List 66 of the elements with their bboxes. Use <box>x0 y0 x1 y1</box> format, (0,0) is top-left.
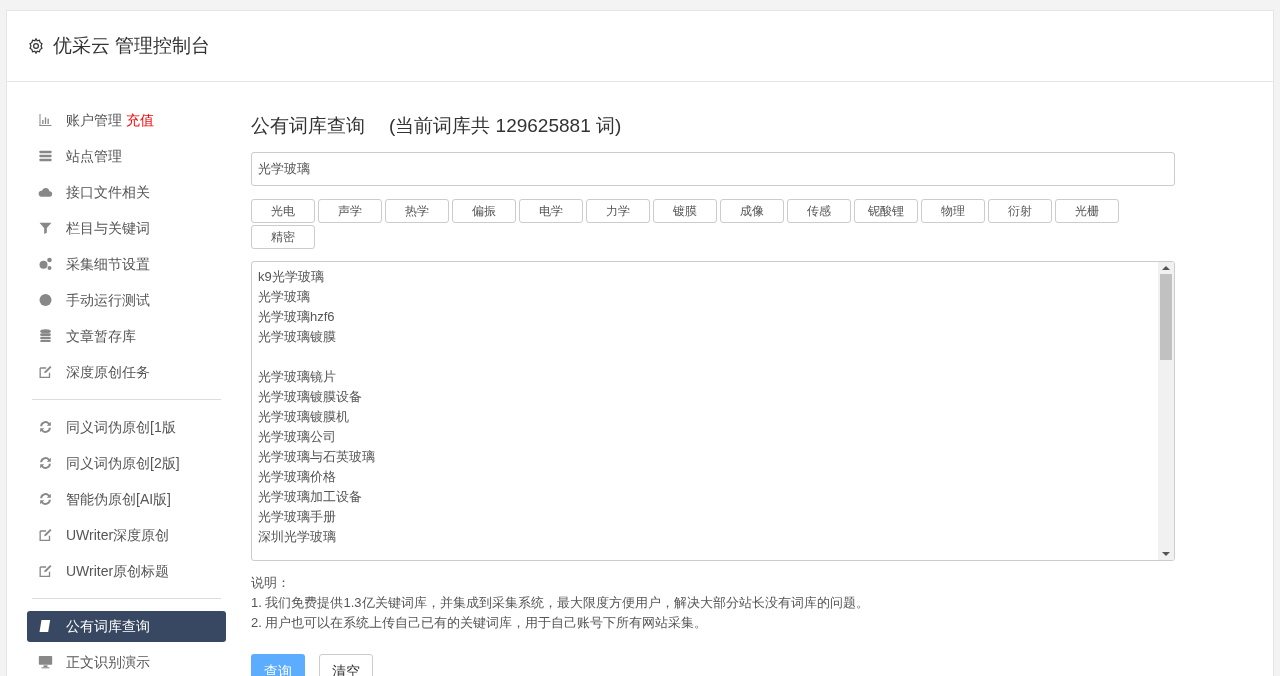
result-item[interactable]: 光学玻璃hzf6 <box>258 307 1158 327</box>
result-item[interactable]: 光学玻璃公司 <box>258 427 1158 447</box>
sidebar-item[interactable]: 栏目与关键词 <box>27 212 226 244</box>
edit-icon <box>37 527 54 543</box>
monitor-icon <box>37 654 54 670</box>
result-item[interactable]: 深圳光学玻璃 <box>258 527 1158 547</box>
edit-icon <box>37 563 54 579</box>
sidebar-item[interactable]: 文章暂存库 <box>27 320 226 352</box>
server-icon <box>37 148 54 164</box>
sidebar-item[interactable]: 正文识别演示 <box>27 646 226 676</box>
sidebar-item[interactable]: 账户管理 充值 <box>27 104 226 136</box>
result-item[interactable]: 光学玻璃价格 <box>258 467 1158 487</box>
result-item[interactable]: 光学玻璃手册 <box>258 507 1158 527</box>
settings-icon <box>27 37 45 55</box>
result-item[interactable]: k9光学玻璃 <box>258 267 1158 287</box>
sidebar-item[interactable]: 深度原创任务 <box>27 356 226 388</box>
sidebar-item[interactable]: 智能伪原创[AI版] <box>27 483 226 515</box>
sidebar-item[interactable]: 接口文件相关 <box>27 176 226 208</box>
tag-button[interactable]: 成像 <box>720 199 784 223</box>
chart-icon <box>37 112 54 128</box>
scrollbar[interactable] <box>1158 262 1174 560</box>
refresh-icon <box>37 419 54 435</box>
refresh-icon <box>37 455 54 471</box>
scroll-thumb[interactable] <box>1160 274 1172 360</box>
results-list[interactable]: k9光学玻璃 光学玻璃 光学玻璃hzf6 光学玻璃镀膜 光学玻璃镜片 光学玻璃镀膜设备 光学玻璃镀膜机 光学玻璃公司 光学玻璃与石英玻璃 光学玻璃价格 光学玻璃加工设备 光学玻璃手册 深圳光学玻璃 <box>251 261 1175 561</box>
filter-icon <box>37 220 54 236</box>
sidebar-item[interactable]: 站点管理 <box>27 140 226 172</box>
result-item[interactable]: 光学玻璃 <box>258 287 1158 307</box>
tag-button[interactable]: 电学 <box>519 199 583 223</box>
tag-button[interactable]: 光栅 <box>1055 199 1119 223</box>
recharge-link[interactable]: 充值 <box>126 109 154 131</box>
sidebar-item[interactable]: 公有词库查询 <box>27 610 226 642</box>
sidebar-item[interactable]: UWriter深度原创 <box>27 519 226 551</box>
tag-button[interactable]: 传感 <box>787 199 851 223</box>
tag-button[interactable]: 衍射 <box>988 199 1052 223</box>
tag-button[interactable]: 偏振 <box>452 199 516 223</box>
result-item[interactable]: 光学玻璃镜片 <box>258 367 1158 387</box>
page-title: 公有词库查询 <box>251 114 365 138</box>
item-label: 账户管理 <box>66 110 122 130</box>
tag-button[interactable]: 光电 <box>251 199 315 223</box>
tag-button[interactable]: 力学 <box>586 199 650 223</box>
result-item[interactable]: 光学玻璃镀膜设备 <box>258 387 1158 407</box>
sidebar-item[interactable]: 同义词伪原创[2版] <box>27 447 226 479</box>
sidebar-item[interactable]: 同义词伪原创[1版 <box>27 411 226 443</box>
sidebar-item[interactable]: UWriter原创标题 <box>27 555 226 587</box>
tag-button[interactable]: 物理 <box>921 199 985 223</box>
result-item[interactable]: 光学玻璃镀膜 <box>258 327 1158 347</box>
tag-button[interactable]: 精密 <box>251 225 315 249</box>
tag-button[interactable]: 热学 <box>385 199 449 223</box>
edit-icon <box>37 364 54 380</box>
note-text: 1. 我们免费提供1.3亿关键词库，并集成到采集系统，最大限度方便用户，解决大部分站长没有词库的问题。 <box>251 594 870 612</box>
tag-button[interactable]: 声学 <box>318 199 382 223</box>
result-item[interactable]: 光学玻璃与石英玻璃 <box>258 447 1158 467</box>
notes-title: 说明： <box>251 574 291 592</box>
refresh-icon <box>37 491 54 507</box>
sidebar-item[interactable]: 手动运行测试 <box>27 284 226 316</box>
database-icon <box>37 328 54 344</box>
console-title: 优采云 管理控制台 <box>53 33 211 58</box>
tag-button[interactable]: 铌酸锂 <box>854 199 918 223</box>
tag-button[interactable]: 镀膜 <box>653 199 717 223</box>
word-count: (当前词库共 129625881 词) <box>389 114 622 138</box>
result-item[interactable]: 光学玻璃加工设备 <box>258 487 1158 507</box>
sidebar-item[interactable]: 采集细节设置 <box>27 248 226 280</box>
search-field[interactable]: 光学玻璃 <box>251 152 1175 186</box>
result-item[interactable]: 光学玻璃镀膜机 <box>258 407 1158 427</box>
note-text: 2. 用户也可以在系统上传自己已有的关键词库，用于自己账号下所有网站采集。 <box>251 614 709 632</box>
